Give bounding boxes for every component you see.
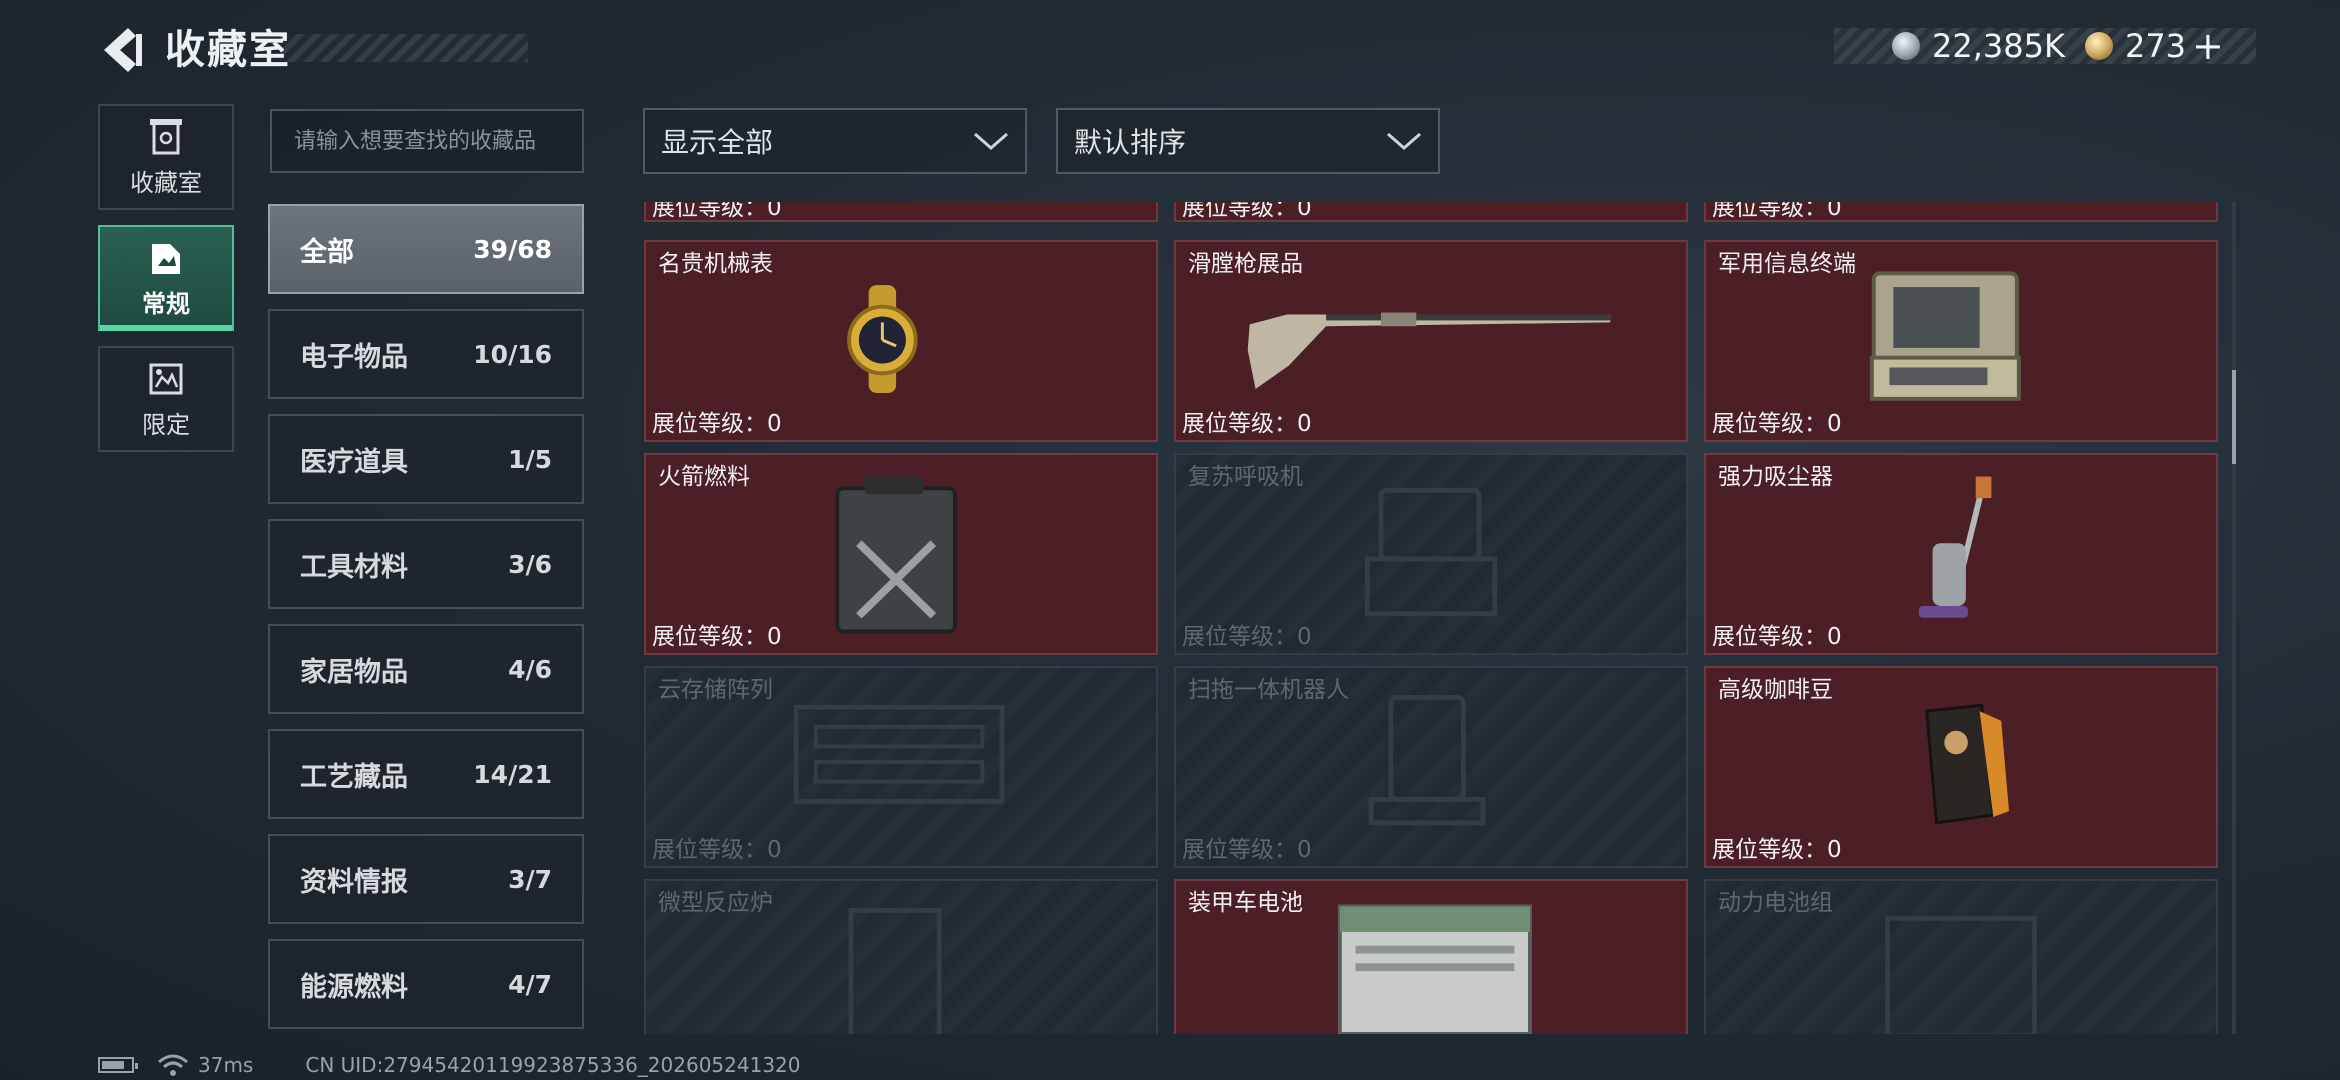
category-count: 1/5 [508, 444, 552, 474]
category-crafts[interactable]: 工艺藏品 14/21 [268, 729, 584, 819]
collection-card-armored-battery[interactable]: 装甲车电池 [1174, 879, 1688, 1034]
back-button[interactable] [96, 22, 146, 78]
card-level: 展位等级：0 [1182, 837, 1312, 863]
card-level: 展位等级：0 [652, 624, 782, 650]
collection-card-mop-robot[interactable]: 扫拖一体机器人 展位等级：0 [1174, 666, 1688, 868]
title-decoration [280, 34, 528, 62]
category-energy[interactable]: 能源燃料 4/7 [268, 939, 584, 1029]
category-name: 工具材料 [300, 551, 408, 583]
category-medical[interactable]: 医疗道具 1/5 [268, 414, 584, 504]
collection-card-micro-reactor[interactable]: 微型反应炉 [644, 879, 1158, 1034]
side-tab-label: 限定 [142, 410, 190, 439]
gold-coin-icon [2084, 32, 2113, 60]
status-footer: 37ms CN UID:279454201199238753​36_202605… [98, 1052, 801, 1078]
search-input[interactable] [270, 109, 584, 173]
category-count: 10/16 [473, 339, 552, 369]
add-currency-button[interactable]: + [2192, 27, 2224, 65]
card-title: 军用信息终端 [1718, 251, 1856, 277]
category-count: 39/68 [473, 234, 552, 264]
category-household[interactable]: 家居物品 4/6 [268, 624, 584, 714]
wifi-icon [158, 1054, 188, 1076]
card-level: 展位等级：0 [1712, 837, 1842, 863]
category-count: 3/6 [508, 549, 552, 579]
collection-room-icon [150, 118, 182, 154]
card-title: 强力吸尘器 [1718, 464, 1833, 490]
limited-items-icon [149, 363, 183, 394]
card-title: 微型反应炉 [658, 890, 773, 916]
category-count: 4/6 [508, 654, 552, 684]
card-title: 复苏呼吸机 [1188, 464, 1303, 490]
back-arrow-icon [104, 28, 142, 72]
card-level: 展位等级：0 [1182, 411, 1312, 437]
category-name: 工艺藏品 [300, 761, 408, 793]
card-title: 动力电池组 [1718, 890, 1833, 916]
side-tab-label: 常规 [142, 289, 190, 318]
category-all[interactable]: 全部 39/68 [268, 204, 584, 294]
category-name: 全部 [300, 236, 354, 268]
side-tab-regular[interactable]: 常规 [98, 225, 234, 331]
card-title: 装甲车电池 [1188, 890, 1303, 916]
category-tools[interactable]: 工具材料 3/6 [268, 519, 584, 609]
collection-card-partial[interactable]: 展位等级：0 [1174, 202, 1688, 222]
chevron-down-icon [1387, 132, 1421, 150]
card-level: 展位等级：0 [652, 202, 782, 221]
card-level: 展位等级：0 [1712, 411, 1842, 437]
collection-card-ventilator[interactable]: 复苏呼吸机 展位等级：0 [1174, 453, 1688, 655]
collection-card-vacuum[interactable]: 强力吸尘器 展位等级：0 [1704, 453, 2218, 655]
card-level: 展位等级：0 [1182, 202, 1312, 221]
side-tab-label: 收藏室 [130, 168, 202, 197]
chevron-down-icon [974, 132, 1008, 150]
category-name: 电子物品 [300, 341, 408, 373]
collection-card-rocket-fuel[interactable]: 火箭燃料 展位等级：0 [644, 453, 1158, 655]
active-tab-indicator [100, 325, 232, 331]
display-filter-value: 显示全部 [661, 126, 774, 159]
category-name: 医疗道具 [300, 446, 408, 478]
side-tab-limited[interactable]: 限定 [98, 346, 234, 452]
collection-card-coffee-beans[interactable]: 高级咖啡豆 展位等级：0 [1704, 666, 2218, 868]
page-title: 收藏室 [165, 27, 291, 73]
category-count: 3/7 [508, 864, 552, 894]
collection-card-watch[interactable]: 名贵机械表 展位等级：0 [644, 240, 1158, 442]
category-count: 14/21 [473, 759, 552, 789]
side-tab-collection-room[interactable]: 收藏室 [98, 104, 234, 210]
card-level: 展位等级：0 [1712, 202, 1842, 221]
card-level: 展位等级：0 [652, 837, 782, 863]
category-count: 4/7 [508, 969, 552, 999]
card-title: 名贵机械表 [658, 251, 773, 277]
collection-grid[interactable]: 展位等级：0 展位等级：0 展位等级：0 名贵机械表 展位等级：0 滑膛枪展品 … [642, 202, 2220, 1034]
silver-currency-value: 22,385K [1932, 27, 2065, 65]
category-name: 能源燃料 [300, 971, 408, 1003]
collection-card-terminal[interactable]: 军用信息终端 展位等级：0 [1704, 240, 2218, 442]
category-electronics[interactable]: 电子物品 10/16 [268, 309, 584, 399]
battery-icon [98, 1057, 138, 1073]
category-intel[interactable]: 资料情报 3/7 [268, 834, 584, 924]
card-level: 展位等级：0 [1182, 624, 1312, 650]
regular-items-icon [152, 243, 180, 274]
category-name: 资料情报 [300, 866, 408, 898]
card-level: 展位等级：0 [1712, 624, 1842, 650]
collection-card-partial[interactable]: 展位等级：0 [1704, 202, 2218, 222]
card-title: 滑膛枪展品 [1188, 251, 1303, 277]
collection-card-power-battery-pack[interactable]: 动力电池组 [1704, 879, 2218, 1034]
scrollbar-thumb[interactable] [2232, 370, 2236, 464]
card-title: 火箭燃料 [658, 464, 750, 490]
category-name: 家居物品 [300, 656, 408, 688]
collection-card-cloud-storage[interactable]: 云存储阵列 展位等级：0 [644, 666, 1158, 868]
display-filter-dropdown[interactable]: 显示全部 [643, 108, 1027, 174]
ping-value: 37ms [198, 1053, 254, 1077]
user-uid: CN UID:279454201199238753​36_20260524132… [305, 1053, 801, 1077]
gold-currency-value: 273 [2124, 27, 2187, 65]
card-title: 扫拖一体机器人 [1188, 677, 1349, 703]
collection-card-partial[interactable]: 展位等级：0 [644, 202, 1158, 222]
card-title: 云存储阵列 [658, 677, 773, 703]
collection-card-musket[interactable]: 滑膛枪展品 展位等级：0 [1174, 240, 1688, 442]
card-level: 展位等级：0 [652, 411, 782, 437]
currency-bar: 22,385K 273 + [1834, 27, 2256, 65]
scrollbar-track[interactable] [2232, 202, 2236, 1034]
card-title: 高级咖啡豆 [1718, 677, 1833, 703]
silver-coin-icon [1892, 32, 1920, 60]
sort-dropdown[interactable]: 默认排序 [1056, 108, 1440, 174]
sort-value: 默认排序 [1074, 126, 1187, 159]
